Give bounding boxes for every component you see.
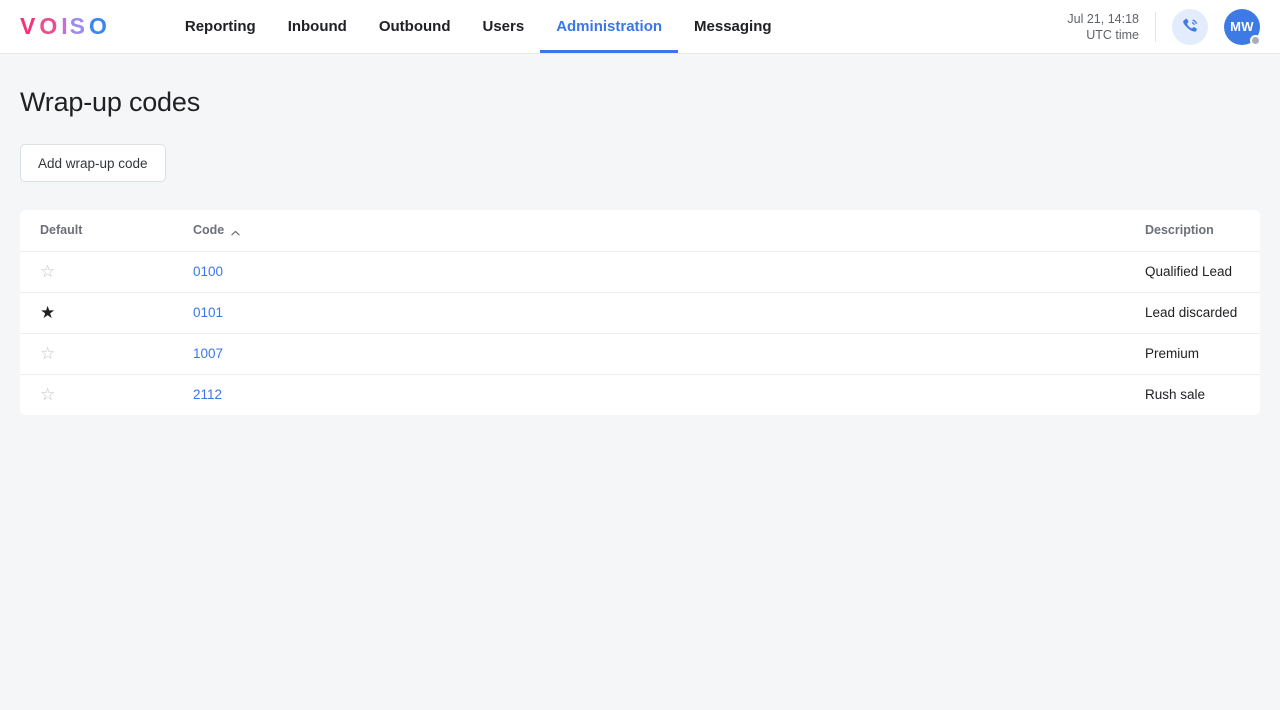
code-link[interactable]: 2112 (193, 387, 222, 402)
top-navigation-bar: VOISO Reporting Inbound Outbound Users A… (0, 0, 1280, 54)
nav-item-outbound[interactable]: Outbound (363, 0, 467, 53)
column-header-label: Description (1145, 223, 1214, 238)
phone-call-icon (1181, 16, 1200, 38)
voiso-logo[interactable]: VOISO (0, 0, 111, 53)
page-title: Wrap-up codes (20, 87, 200, 117)
column-header-label: Default (40, 223, 83, 238)
nav-item-administration[interactable]: Administration (540, 0, 678, 53)
nav-item-messaging[interactable]: Messaging (678, 0, 788, 53)
code-cell: 0100 (106, 251, 581, 293)
default-cell: ☆ (20, 251, 106, 293)
code-link[interactable]: 0100 (193, 264, 223, 279)
nav-label: Outbound (378, 18, 451, 35)
code-link[interactable]: 0101 (193, 305, 223, 320)
star-outline-icon[interactable]: ☆ (40, 263, 55, 280)
table-row: ☆ 1007 Premium (20, 333, 1260, 375)
nav-label: Users (482, 18, 525, 35)
nav-item-reporting[interactable]: Reporting (169, 0, 272, 53)
table-row: ★ 0101 Lead discarded (20, 292, 1260, 334)
nav-label: Administration (556, 18, 663, 35)
main-nav: Reporting Inbound Outbound Users Adminis… (169, 0, 788, 53)
description-cell: Rush sale (1145, 387, 1206, 403)
default-cell: ☆ (20, 374, 106, 415)
logo-letter: I (61, 13, 70, 39)
nav-item-inbound[interactable]: Inbound (272, 0, 363, 53)
wrap-up-codes-table: Default Code Description ☆ 0100 Qualifie… (20, 210, 1260, 415)
clock-datetime: Jul 21, 14:18 (1067, 11, 1139, 26)
logo-letter: S (69, 13, 89, 39)
table-header-row: Default Code Description (20, 210, 1260, 252)
nav-item-users[interactable]: Users (466, 0, 540, 53)
nav-label: Inbound (287, 18, 347, 35)
code-cell: 0101 (106, 292, 581, 334)
column-header-label: Code (193, 223, 225, 238)
page-content: Wrap-up codes Add wrap-up code Default C… (0, 54, 1280, 415)
column-header-description: Description (581, 210, 1260, 252)
code-sort-control[interactable]: Code (193, 223, 240, 237)
code-cell: 2112 (106, 374, 581, 415)
add-wrap-up-code-button[interactable]: Add wrap-up code (20, 144, 166, 182)
top-bar-right: Jul 21, 14:18 UTC time MW (1067, 0, 1280, 53)
code-link[interactable]: 1007 (193, 346, 223, 361)
column-header-code[interactable]: Code (106, 210, 581, 252)
default-cell: ☆ (20, 333, 106, 375)
default-cell: ★ (20, 292, 106, 334)
code-cell: 1007 (106, 333, 581, 375)
column-header-default: Default (20, 210, 106, 252)
logo-letter: O (88, 13, 111, 39)
nav-label: Reporting (184, 18, 256, 35)
nav-label: Messaging (694, 18, 772, 35)
description-cell: Premium (581, 333, 1260, 375)
avatar-status-dot (1250, 34, 1261, 46)
table-body: ☆ 0100 Qualified Lead ★ 0101 Lead discar… (20, 251, 1260, 415)
clock-timezone: UTC time (1086, 27, 1139, 42)
description-cell: Qualified Lead (581, 251, 1260, 293)
table-row: ☆ 2112 Rush sale (20, 374, 1260, 415)
user-avatar[interactable]: MW (1224, 8, 1261, 46)
table-row: ☆ 0100 Qualified Lead (20, 251, 1260, 293)
clock: Jul 21, 14:18 UTC time (1067, 11, 1155, 43)
phone-call-button[interactable] (1172, 8, 1208, 45)
star-outline-icon[interactable]: ☆ (40, 386, 55, 403)
logo-letter: O (39, 13, 62, 39)
vertical-divider (1155, 11, 1156, 42)
description-cell: Lead discarded (581, 292, 1260, 334)
table-head: Default Code Description (20, 210, 1260, 252)
wrap-up-codes-table-card: Default Code Description ☆ 0100 Qualifie… (20, 210, 1260, 415)
chevron-up-icon (231, 227, 240, 236)
star-filled-icon[interactable]: ★ (40, 304, 55, 321)
star-outline-icon[interactable]: ☆ (40, 345, 55, 362)
logo-letter: V (20, 13, 40, 39)
